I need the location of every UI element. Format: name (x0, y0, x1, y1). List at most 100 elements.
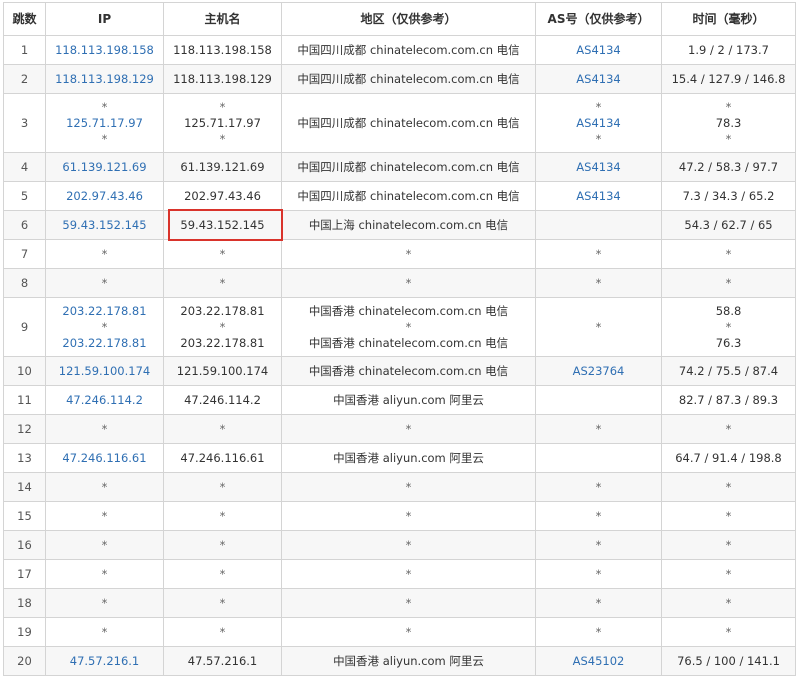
host-value: 202.97.43.46 (184, 189, 261, 203)
host-cell: * (163, 501, 282, 531)
ip-cell: 59.43.152.145 (45, 210, 164, 240)
ip-cell: 47.246.116.61 (45, 443, 164, 473)
ip-link[interactable]: 202.97.43.46 (46, 188, 163, 204)
host-value: 203.22.178.81 (180, 304, 265, 318)
ip-link[interactable]: 59.43.152.145 (46, 217, 163, 233)
empty-value: * (725, 422, 732, 436)
empty-value: * (101, 422, 108, 436)
host-value: 59.43.152.145 (180, 218, 265, 232)
empty-value: * (595, 132, 602, 146)
as-link[interactable]: AS4134 (536, 42, 661, 58)
empty-value: * (405, 422, 412, 436)
time-value: 58.8 (715, 304, 742, 318)
header-time: 时间（毫秒） (661, 2, 796, 36)
ip-link[interactable]: 121.59.100.174 (46, 363, 163, 379)
host-cell: * (163, 472, 282, 502)
hop-cell: 6 (3, 210, 46, 240)
as-cell: * AS4134 * (535, 93, 662, 153)
empty-value: * (219, 100, 226, 114)
time-cell: * (661, 268, 796, 298)
host-value: 61.139.121.69 (180, 160, 265, 174)
region-cell: * (281, 501, 536, 531)
time-cell: * (661, 501, 796, 531)
ip-cell: * (45, 559, 164, 589)
time-value: 7.3 / 34.3 / 65.2 (682, 189, 775, 203)
host-cell: * (163, 268, 282, 298)
host-value: 203.22.178.81 (180, 336, 265, 350)
time-value: 76.5 / 100 / 141.1 (677, 654, 780, 668)
host-cell: 118.113.198.129 (163, 64, 282, 94)
empty-value: * (595, 100, 602, 114)
table-row: 9 203.22.178.81 * 203.22.178.81 203.22.178.8… (3, 297, 796, 357)
as-link[interactable]: AS45102 (536, 653, 661, 669)
hop-cell: 14 (3, 472, 46, 502)
as-link[interactable]: AS4134 (536, 71, 661, 87)
as-cell: AS23764 (535, 356, 662, 386)
empty-value: * (725, 247, 732, 261)
ip-link[interactable]: 125.71.17.97 (46, 115, 163, 131)
empty-value: * (219, 567, 226, 581)
time-cell: * (661, 239, 796, 269)
as-cell: * (535, 501, 662, 531)
hop-cell: 1 (3, 35, 46, 65)
table-row: 12 * * * * * (3, 414, 796, 444)
region-cell: * (281, 530, 536, 560)
empty-value: * (219, 320, 226, 334)
host-value: 118.113.198.158 (173, 43, 272, 57)
ip-cell: * (45, 472, 164, 502)
as-link[interactable]: AS4134 (536, 115, 661, 131)
hop-cell: 13 (3, 443, 46, 473)
header-as: AS号（仅供参考） (535, 2, 662, 36)
empty-value: * (725, 596, 732, 610)
table-row: 19 * * * * * (3, 617, 796, 647)
region-cell: * (281, 588, 536, 618)
time-cell: 15.4 / 127.9 / 146.8 (661, 64, 796, 94)
hop-cell: 9 (3, 297, 46, 357)
as-cell: AS4134 (535, 181, 662, 211)
region-value: 中国四川成都 chinatelecom.com.cn 电信 (297, 160, 520, 174)
ip-cell: * (45, 414, 164, 444)
host-value: 118.113.198.129 (173, 72, 272, 86)
as-cell: * (535, 530, 662, 560)
as-link[interactable]: AS23764 (536, 363, 661, 379)
table-row: 11 47.246.114.2 47.246.114.2 中国香港 aliyun.co… (3, 385, 796, 415)
table-row: 17 * * * * * (3, 559, 796, 589)
time-value: 1.9 / 2 / 173.7 (688, 43, 769, 57)
as-link[interactable]: AS4134 (536, 188, 661, 204)
empty-value: * (725, 538, 732, 552)
empty-value: * (219, 247, 226, 261)
ip-link[interactable]: 203.22.178.81 (46, 303, 163, 319)
table-row: 8 * * * * * (3, 268, 796, 298)
region-cell: * (281, 472, 536, 502)
traceroute-table: 跳数 IP 主机名 地区（仅供参考） AS号（仅供参考） 时间（毫秒） 1 118… (3, 2, 796, 676)
empty-value: * (219, 422, 226, 436)
empty-value: * (405, 320, 412, 334)
hop-cell: 7 (3, 239, 46, 269)
empty-value: * (725, 320, 732, 334)
ip-link[interactable]: 203.22.178.81 (46, 335, 163, 351)
table-row: 3 * 125.71.17.97 * * 125.71.17.97 * 中国四川成都 chin… (3, 93, 796, 153)
table-row: 6 59.43.152.145 59.43.152.145 中国上海 chinatel… (3, 209, 796, 241)
hop-cell: 11 (3, 385, 46, 415)
region-value: 中国香港 aliyun.com 阿里云 (333, 451, 484, 465)
host-cell: 61.139.121.69 (163, 152, 282, 182)
time-value: 47.2 / 58.3 / 97.7 (678, 160, 779, 174)
empty-value: * (595, 422, 602, 436)
as-link[interactable]: AS4134 (536, 159, 661, 175)
as-cell: * (535, 268, 662, 298)
time-cell: 54.3 / 62.7 / 65 (661, 210, 796, 240)
region-cell: 中国香港 aliyun.com 阿里云 (281, 646, 536, 676)
empty-value: * (219, 596, 226, 610)
ip-link[interactable]: 47.57.216.1 (46, 653, 163, 669)
time-value: 82.7 / 87.3 / 89.3 (678, 393, 779, 407)
ip-link[interactable]: 61.139.121.69 (46, 159, 163, 175)
as-cell: * (535, 559, 662, 589)
ip-link[interactable]: 47.246.116.61 (46, 450, 163, 466)
ip-link[interactable]: 47.246.114.2 (46, 392, 163, 408)
ip-link[interactable]: 118.113.198.129 (46, 71, 163, 87)
ip-link[interactable]: 118.113.198.158 (46, 42, 163, 58)
empty-value: * (101, 567, 108, 581)
table-row: 7 * * * * * (3, 239, 796, 269)
region-cell: * (281, 268, 536, 298)
time-cell: * (661, 530, 796, 560)
